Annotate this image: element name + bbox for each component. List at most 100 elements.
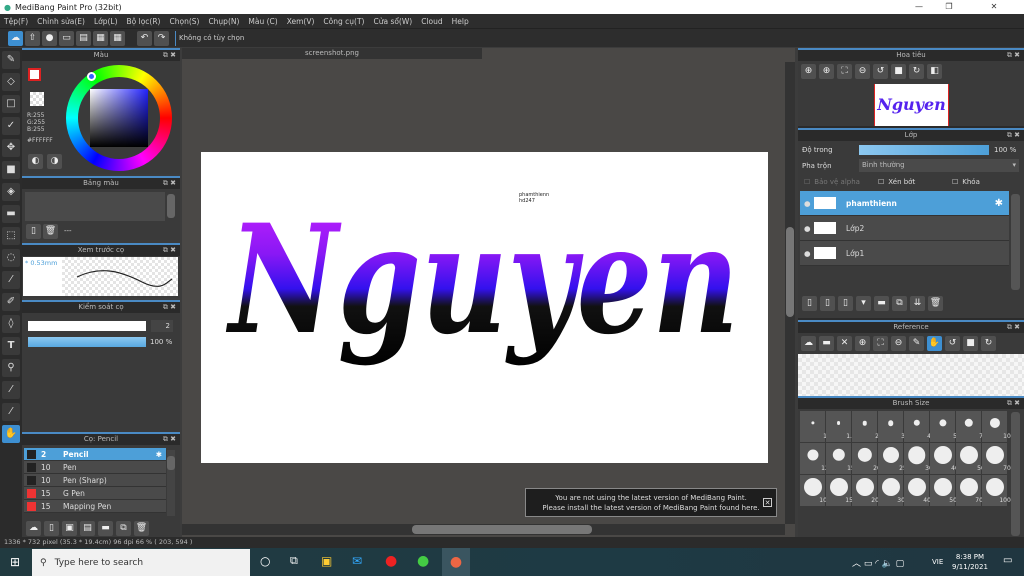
menu-item[interactable]: Cloud bbox=[421, 17, 442, 26]
tray-icons[interactable]: ︿ ▭ ◜ 🔈 ▢ bbox=[852, 556, 904, 569]
panel-close-icon[interactable]: ⧉ ✖ bbox=[163, 50, 176, 61]
rotate-right-icon[interactable]: ↻ bbox=[909, 64, 924, 79]
new-palette-icon[interactable]: ▯ bbox=[26, 224, 41, 239]
layer-scrollbar[interactable] bbox=[1011, 194, 1020, 290]
fill-rect-tool-icon[interactable]: ■ bbox=[2, 161, 20, 179]
palette-icon[interactable]: ◐ bbox=[28, 154, 43, 169]
ref-eyedropper-icon[interactable]: ✎ bbox=[909, 336, 924, 351]
coccoc-icon[interactable]: ● bbox=[417, 553, 429, 569]
saturation-square[interactable] bbox=[90, 89, 148, 147]
brush-size-option[interactable]: 40 bbox=[930, 443, 959, 474]
delete-layer-icon[interactable]: 🗑 bbox=[928, 296, 943, 311]
hand-tool-icon[interactable]: ✋ bbox=[2, 425, 20, 443]
eraser-tool-icon[interactable]: ◇ bbox=[2, 73, 20, 91]
gear-icon[interactable]: ✱ bbox=[995, 198, 1003, 209]
maximize-button[interactable]: ❐ bbox=[934, 0, 964, 14]
clipping-checkbox[interactable]: ☐ Xén bớt bbox=[878, 178, 915, 186]
panel-close-icon[interactable]: ⧉ ✖ bbox=[163, 434, 176, 445]
panel-icon[interactable]: ▦ bbox=[93, 30, 108, 46]
brush-size-option[interactable]: 4 bbox=[904, 411, 931, 442]
text-tool-icon[interactable]: T bbox=[2, 337, 20, 355]
ref-hand-icon[interactable]: ✋ bbox=[927, 336, 942, 351]
merge-layer-icon[interactable]: ⇊ bbox=[910, 296, 925, 311]
flip-icon[interactable]: ◧ bbox=[927, 64, 942, 79]
zoom-in2-icon[interactable]: ⊕ bbox=[819, 64, 834, 79]
brush-tool-icon[interactable]: ✎ bbox=[2, 51, 20, 69]
brush-size-option[interactable]: 100 bbox=[800, 475, 831, 506]
visibility-icon[interactable]: ● bbox=[804, 224, 811, 233]
menu-item[interactable]: Tệp(F) bbox=[4, 17, 28, 26]
cloud-icon[interactable]: ☁ bbox=[8, 30, 23, 46]
menu-item[interactable]: Xem(V) bbox=[287, 17, 315, 26]
comment-icon[interactable]: ● bbox=[42, 30, 57, 46]
select-tool-icon[interactable]: ⬚ bbox=[2, 227, 20, 245]
brush-size-slider[interactable] bbox=[28, 321, 146, 331]
page-icon[interactable]: ▤ bbox=[76, 30, 91, 46]
ref-zoom-out-icon[interactable]: ⊖ bbox=[891, 336, 906, 351]
brush-size-option[interactable]: 15 bbox=[826, 443, 855, 474]
new-layer-8bit-icon[interactable]: ▯ bbox=[820, 296, 835, 311]
redo-icon[interactable]: ↷ bbox=[154, 30, 169, 46]
brush-size-option[interactable]: 7 bbox=[956, 411, 983, 442]
ref-rotate-right-icon[interactable]: ↻ bbox=[981, 336, 996, 351]
eyedropper2-icon[interactable]: ⁄ bbox=[2, 403, 20, 421]
panel-close-icon[interactable]: ⧉ ✖ bbox=[1007, 50, 1020, 61]
vertical-scrollbar[interactable] bbox=[785, 62, 795, 524]
menu-item[interactable]: Màu (C) bbox=[248, 17, 277, 26]
visibility-icon[interactable]: ● bbox=[804, 249, 811, 258]
delete-brush-icon[interactable]: 🗑 bbox=[134, 521, 149, 536]
lock-checkbox[interactable]: ☐ Khóa bbox=[952, 178, 980, 186]
brush-size-option[interactable]: 70 bbox=[982, 443, 1011, 474]
menu-item[interactable]: Công cụ(T) bbox=[323, 17, 364, 26]
brush-size-value[interactable]: 2 bbox=[151, 320, 173, 332]
fit-icon[interactable]: ⛶ bbox=[837, 64, 852, 79]
brush-size-option[interactable]: 20 bbox=[852, 443, 881, 474]
primary-color-swatch[interactable] bbox=[28, 68, 41, 81]
brush-size-option[interactable]: 300 bbox=[878, 475, 909, 506]
new-brush-icon[interactable]: ▯ bbox=[44, 521, 59, 536]
palette-area[interactable] bbox=[25, 192, 165, 221]
clock[interactable]: 8:38 PM 9/11/2021 bbox=[952, 552, 988, 572]
panel-close-icon[interactable]: ⧉ ✖ bbox=[163, 302, 176, 313]
brush-size-option[interactable]: 400 bbox=[904, 475, 935, 506]
horizontal-scrollbar[interactable] bbox=[182, 524, 785, 535]
visibility-icon[interactable]: ● bbox=[804, 199, 811, 208]
ref-zoom-in-icon[interactable]: ⊕ bbox=[855, 336, 870, 351]
close-reference-icon[interactable]: ✕ bbox=[837, 336, 852, 351]
check-tool-icon[interactable]: ✓ bbox=[2, 117, 20, 135]
gear-icon[interactable]: ✱ bbox=[156, 450, 162, 459]
brush-item[interactable]: 10 Pen (Sharp) bbox=[24, 474, 166, 487]
zoom-in-icon[interactable]: ⊕ bbox=[801, 64, 816, 79]
new-layer-1bit-icon[interactable]: ▯ bbox=[838, 296, 853, 311]
menu-item[interactable]: Bộ lọc(R) bbox=[127, 17, 161, 26]
taskbar-search[interactable]: ⚲ Type here to search bbox=[32, 549, 250, 576]
brush-size-option[interactable]: 12 bbox=[800, 443, 829, 474]
cloud-open-icon[interactable]: ☁ bbox=[801, 336, 816, 351]
transparent-swatch[interactable] bbox=[30, 92, 44, 106]
open-folder-icon[interactable]: ▬ bbox=[819, 336, 834, 351]
panel-close-icon[interactable]: ⧉ ✖ bbox=[1007, 322, 1020, 333]
ref-rotate-left-icon[interactable]: ↺ bbox=[945, 336, 960, 351]
brush-size-option[interactable]: 1 bbox=[800, 411, 827, 442]
bucket-tool-icon[interactable]: ◈ bbox=[2, 183, 20, 201]
delete-palette-icon[interactable]: 🗑 bbox=[43, 224, 58, 239]
brush-size-scrollbar[interactable] bbox=[1011, 412, 1020, 536]
language-indicator[interactable]: VIE bbox=[932, 558, 943, 566]
brush-size-option[interactable]: 5 bbox=[930, 411, 957, 442]
notification-close-icon[interactable]: ✕ bbox=[763, 498, 772, 507]
magic-wand-icon[interactable]: ⁄ bbox=[2, 271, 20, 289]
brush-item[interactable]: 15 G Pen bbox=[24, 487, 166, 500]
menu-item[interactable]: Cửa sổ(W) bbox=[373, 17, 412, 26]
minimize-button[interactable]: — bbox=[904, 0, 934, 14]
brush-size-option[interactable]: 25 bbox=[878, 443, 907, 474]
duplicate-icon[interactable]: ⧉ bbox=[116, 521, 131, 536]
blend-mode-select[interactable]: Bình thường ▾ bbox=[859, 159, 1019, 172]
mail-icon[interactable]: ✉ bbox=[352, 554, 362, 568]
add-brush-icon[interactable]: ▣ bbox=[62, 521, 77, 536]
rectangle-tool-icon[interactable]: □ bbox=[2, 95, 20, 113]
eyedropper-icon[interactable]: ⁄ bbox=[2, 381, 20, 399]
brush-size-option[interactable]: 1000 bbox=[982, 475, 1015, 506]
upload-icon[interactable]: ⇧ bbox=[25, 30, 40, 46]
reset-rotation-icon[interactable]: ■ bbox=[891, 64, 906, 79]
ref-fit-icon[interactable]: ⛶ bbox=[873, 336, 888, 351]
